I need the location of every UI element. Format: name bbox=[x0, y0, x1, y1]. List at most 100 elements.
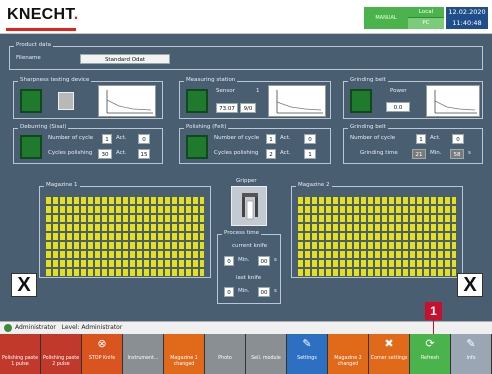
magazine-1: Magazine 1 bbox=[39, 182, 211, 278]
close-right-button[interactable]: X bbox=[457, 273, 483, 297]
pc-indicator[interactable]: PC bbox=[408, 18, 444, 29]
magazine-row bbox=[46, 197, 204, 204]
function-button-2[interactable]: Polishing paste 2 pulse bbox=[41, 334, 82, 374]
function-button-6[interactable]: Photo bbox=[205, 334, 246, 374]
function-button-label: Magazine 2 changed bbox=[334, 356, 362, 367]
grinding-time-min: 21 bbox=[412, 149, 426, 159]
magazine-row bbox=[46, 206, 204, 213]
grinding-min-label: Min. bbox=[430, 150, 442, 156]
grinding-act-label: Act. bbox=[430, 135, 441, 141]
magazine-2-title: Magazine 2 bbox=[296, 182, 332, 188]
process-time-title: Process time bbox=[222, 230, 262, 236]
grinding-belt-group: Grinding belt Number of cycle 1 Act. 0 G… bbox=[343, 124, 483, 164]
function-button-5[interactable]: Magazine 1 changed bbox=[164, 334, 205, 374]
function-button-7[interactable]: Sell. module bbox=[246, 334, 287, 374]
function-button-9[interactable]: Magazine 2 changed bbox=[328, 334, 369, 374]
sharpness-title: Sharpness testing device bbox=[18, 77, 92, 83]
sharpness-status-lamp bbox=[20, 89, 42, 113]
polishing-cycles-field[interactable]: 1 bbox=[266, 134, 276, 144]
deburring-status-lamp bbox=[20, 135, 42, 159]
magazine-2: Magazine 2 bbox=[291, 182, 463, 278]
grinding-graph-svg bbox=[434, 90, 477, 114]
magazine-1-slots bbox=[46, 197, 204, 278]
measuring-station-group: Measuring station Sensor 1 73.07 9/0 bbox=[179, 77, 331, 119]
function-button-label: Sell. module bbox=[251, 356, 281, 361]
function-button-label: Refresh bbox=[420, 356, 440, 361]
deburring-polishing-act-label: Act. bbox=[116, 150, 127, 156]
polishing-status-lamp bbox=[186, 135, 208, 159]
function-button-12[interactable]: ✎ Info bbox=[451, 334, 492, 374]
function-button-3[interactable]: ⊗ STOP Knife bbox=[82, 334, 123, 374]
measure-value-b: 9/0 bbox=[240, 103, 256, 113]
measuring-graph bbox=[268, 85, 326, 117]
local-indicator[interactable]: Local bbox=[408, 7, 444, 18]
function-button-8[interactable]: ✎ Settings bbox=[287, 334, 328, 374]
close-left-button[interactable]: X bbox=[11, 273, 37, 297]
filename-field[interactable]: Standard Odat bbox=[80, 54, 170, 64]
sensor-label: Sensor bbox=[216, 88, 235, 94]
callout-line bbox=[433, 320, 434, 334]
function-button-10[interactable]: ✖ Corner settings bbox=[369, 334, 410, 374]
status-bar: Administrator Level: Administrator bbox=[0, 321, 492, 334]
function-button-label: Instrument... bbox=[127, 356, 159, 361]
polishing-cycles-act: 0 bbox=[304, 134, 316, 144]
deburring-polishing-act: 15 bbox=[138, 149, 150, 159]
process-time-group: Process time current knife 0 Min. 00 s l… bbox=[217, 230, 281, 304]
polishing-title: Polishing (Felt) bbox=[184, 124, 229, 130]
function-button-icon: ✎ bbox=[302, 337, 312, 350]
last-min-label: Min. bbox=[238, 288, 250, 294]
logo-text: KNECHT bbox=[7, 6, 74, 23]
current-knife-label: current knife bbox=[232, 243, 268, 249]
callout-marker: 1 bbox=[425, 302, 442, 320]
datetime-display: 12.02.2020 11:40:48 bbox=[446, 7, 488, 29]
grinding-belt-top-title: Grinding belt bbox=[348, 77, 388, 83]
current-min-label: Min. bbox=[238, 257, 250, 263]
deburring-cycles-field[interactable]: 1 bbox=[102, 134, 112, 144]
grinding-time-sec: 58 bbox=[450, 149, 464, 159]
polishing-polishing-act: 1 bbox=[304, 149, 316, 159]
magazine-row bbox=[298, 224, 456, 231]
magazine-row bbox=[298, 233, 456, 240]
grinding-belt-power-group: Grinding belt Power 0.0 bbox=[343, 77, 483, 119]
function-button-icon: ✖ bbox=[384, 337, 394, 350]
grinding-time-label: Grinding time bbox=[360, 150, 398, 156]
polishing-group: Polishing (Felt) Number of cycle 1 Act. … bbox=[179, 124, 331, 164]
polishing-cycles-label: Number of cycle bbox=[214, 135, 260, 141]
sensor-value: 1 bbox=[256, 88, 260, 94]
magazine-row bbox=[298, 197, 456, 204]
sharpness-graph-svg bbox=[106, 90, 153, 114]
function-button-label: Magazine 1 changed bbox=[170, 356, 198, 367]
status-user: Administrator bbox=[15, 324, 56, 331]
user-icon bbox=[4, 324, 12, 332]
function-button-icon: ⊗ bbox=[97, 337, 107, 350]
magazine-row bbox=[46, 260, 204, 267]
grinding-cycles-act: 0 bbox=[452, 134, 464, 144]
measuring-status-lamp bbox=[186, 89, 208, 113]
gripper-display bbox=[231, 186, 267, 226]
app-screen: KNECHT. MANUAL Local PC 12.02.2020 11:40… bbox=[0, 0, 492, 374]
grinding-graph bbox=[426, 85, 480, 117]
function-button-label: Photo bbox=[218, 356, 232, 361]
deburring-polishing-field[interactable]: 30 bbox=[98, 149, 112, 159]
function-button-1[interactable]: Polishing paste 1 pulse bbox=[0, 334, 41, 374]
function-button-label: Polishing paste 1 pulse bbox=[1, 356, 39, 367]
polishing-polishing-field[interactable]: 2 bbox=[266, 149, 276, 159]
gripper-title: Gripper bbox=[236, 178, 257, 184]
magazine-2-slots bbox=[298, 197, 456, 278]
deburring-title: Deburring (Sisal) bbox=[18, 124, 69, 130]
logo-dot: . bbox=[73, 6, 79, 23]
sharpness-graph bbox=[98, 85, 156, 117]
product-data-group: Product data Filename Standard Odat bbox=[9, 42, 483, 70]
mode-indicator[interactable]: MANUAL bbox=[364, 7, 408, 29]
magazine-row bbox=[298, 260, 456, 267]
magazine-row bbox=[46, 242, 204, 249]
magazine-row bbox=[298, 242, 456, 249]
grinding-cycles-field[interactable]: 1 bbox=[416, 134, 426, 144]
function-button-4[interactable]: Instrument... bbox=[123, 334, 164, 374]
last-knife-sec: 00 bbox=[258, 287, 270, 297]
function-button-label: Corner settings bbox=[370, 356, 408, 361]
header-bar: KNECHT. MANUAL Local PC 12.02.2020 11:40… bbox=[0, 0, 492, 34]
grinding-belt-title: Grinding belt bbox=[348, 124, 388, 130]
function-button-11[interactable]: ⟳ Refresh bbox=[410, 334, 451, 374]
status-level: Level: Administrator bbox=[61, 324, 123, 331]
